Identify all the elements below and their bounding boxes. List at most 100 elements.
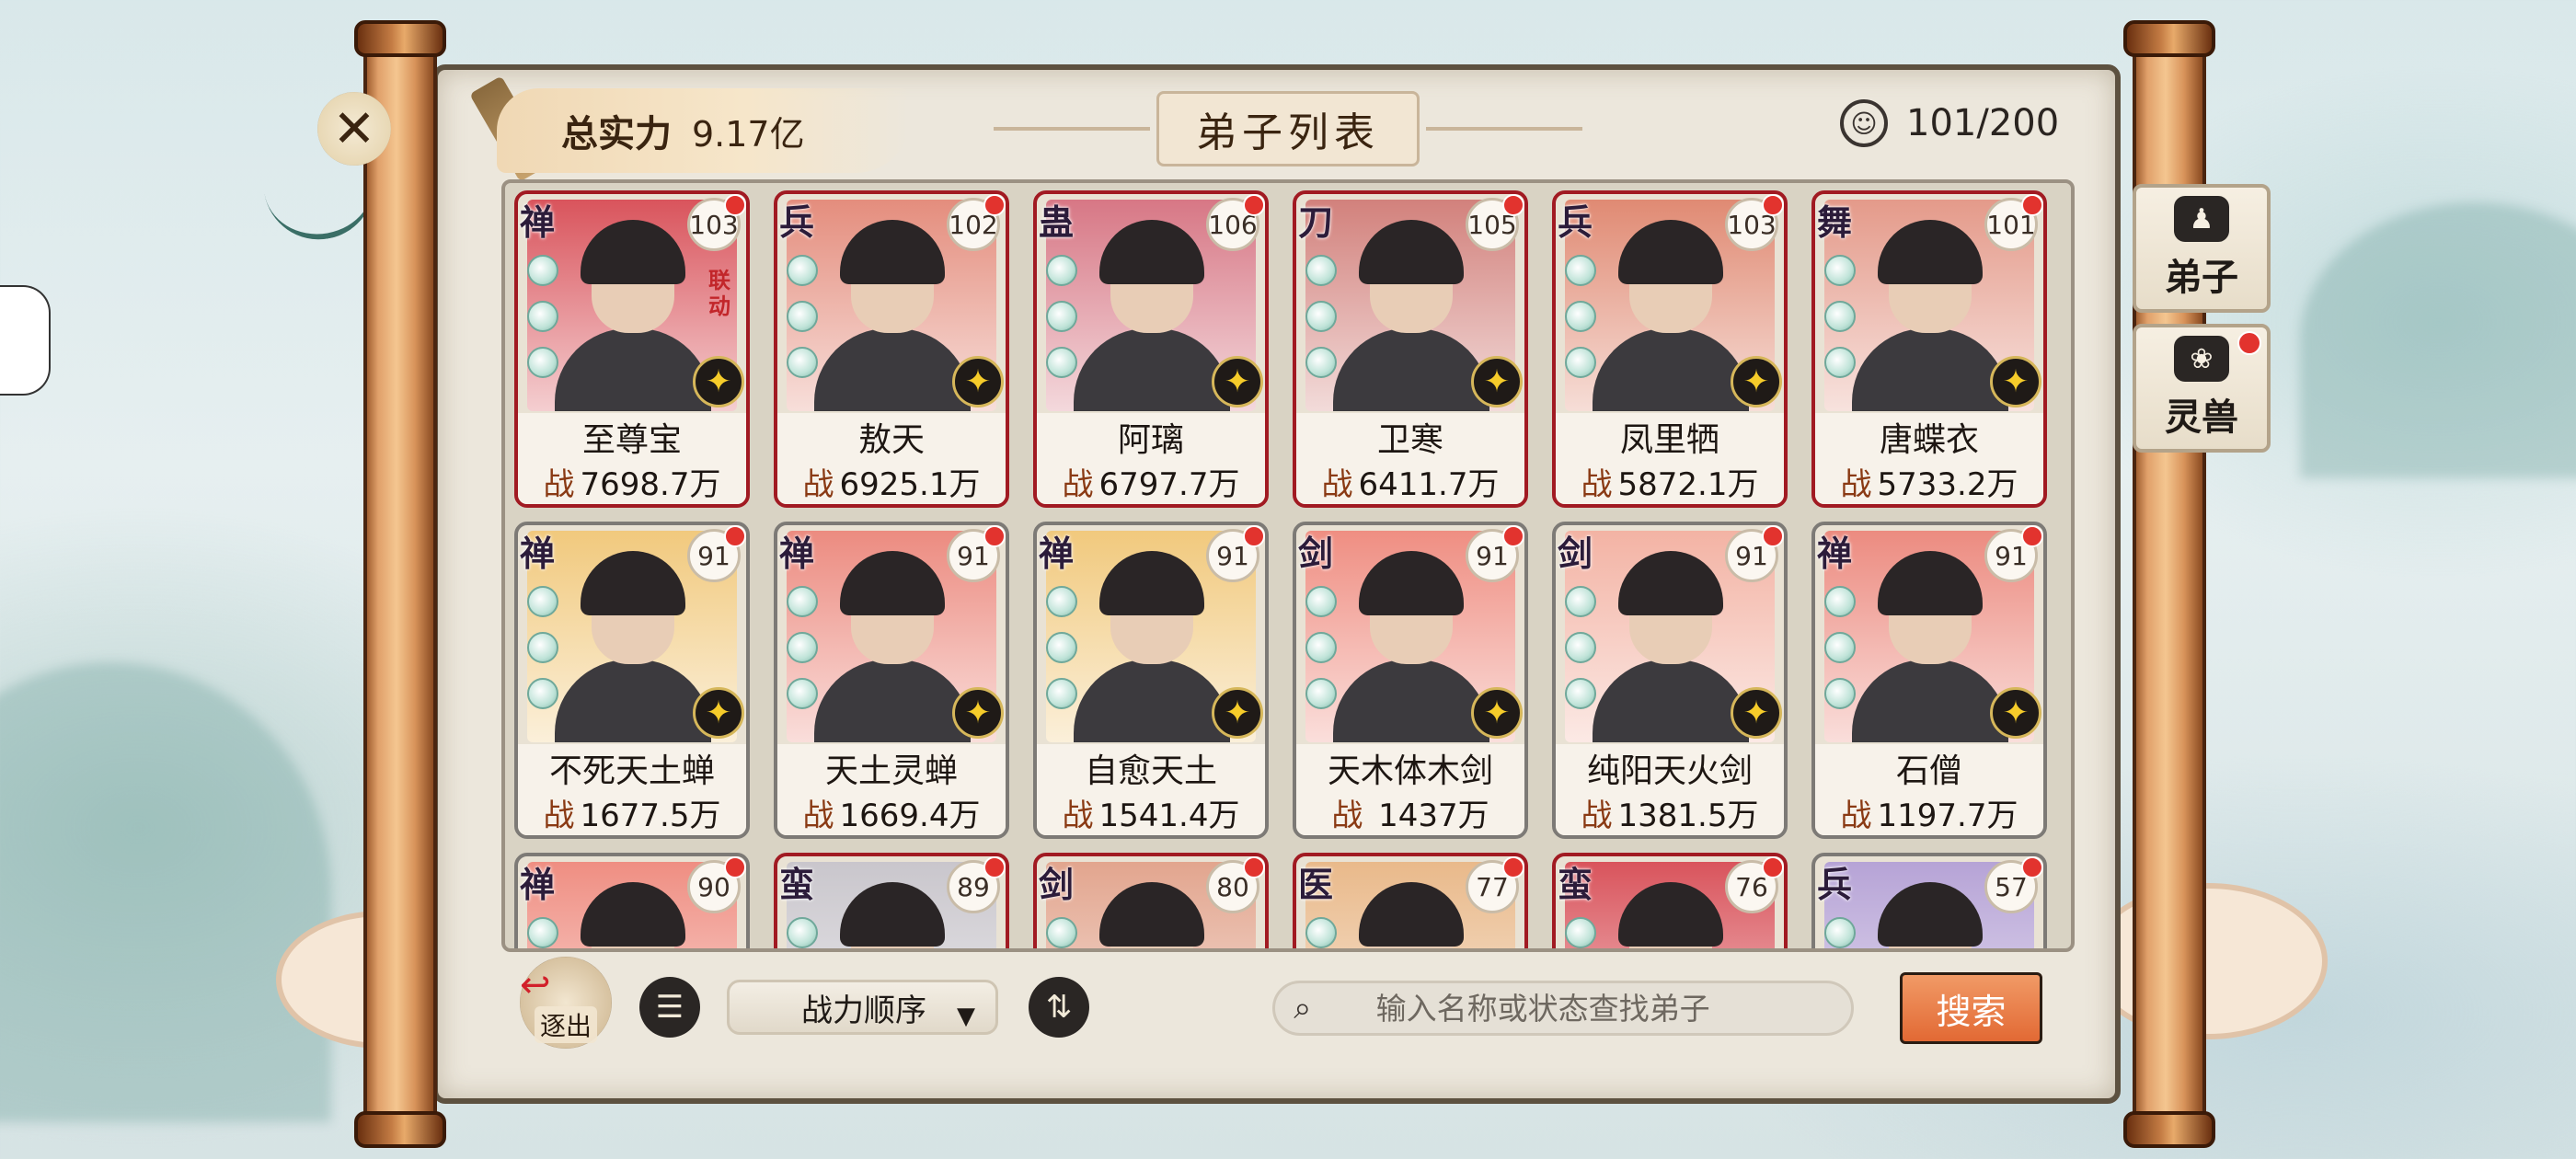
- disciple-card[interactable]: 剑 91 ✦ 天木体木剑战 1437万: [1293, 522, 1528, 839]
- filter-list-button[interactable]: ☰: [639, 977, 700, 1038]
- disciple-card[interactable]: 舞 101 ✦ 唐蝶衣战 5733.2万: [1811, 190, 2047, 508]
- disciple-card[interactable]: 禅 91 ✦ 自愈天土战 1541.4万: [1033, 522, 1269, 839]
- orb-icon: [1824, 632, 1856, 663]
- power-prefix: 战: [1321, 466, 1353, 503]
- close-icon: ✕: [332, 98, 376, 159]
- disciple-power: 战 1197.7万: [1815, 790, 2043, 835]
- skill-orbs: [1824, 917, 1857, 948]
- power-value: 6797.7万: [1098, 466, 1240, 503]
- disciple-card[interactable]: 兵 102 ✦ 敖天战 6925.1万: [774, 190, 1009, 508]
- disciple-card[interactable]: 禅 91 ✦ 石僧战 1197.7万: [1811, 522, 2047, 839]
- star-icon: ✦: [1471, 687, 1523, 739]
- swap-icon: ⇅: [1045, 989, 1073, 1026]
- power-value: 1541.4万: [1098, 798, 1240, 834]
- disciple-card[interactable]: 禅 91 ✦ 天土灵蝉战 1669.4万: [774, 522, 1009, 839]
- search-field[interactable]: ⌕: [1272, 981, 1854, 1036]
- skill-orbs: [1046, 586, 1079, 724]
- star-icon: ✦: [1731, 356, 1782, 407]
- disciple-power: 战 1541.4万: [1037, 790, 1265, 835]
- disciple-card[interactable]: 兵57✦: [1811, 853, 2047, 948]
- disciple-name: 纯阳天火剑: [1556, 744, 1784, 790]
- skill-orbs: [527, 917, 560, 948]
- power-prefix: 战: [802, 798, 834, 834]
- orb-icon: [787, 917, 818, 948]
- power-prefix: 战: [1062, 466, 1094, 503]
- search-button[interactable]: 搜索: [1900, 972, 2042, 1044]
- disciple-card[interactable]: 剑 91 ✦ 纯阳天火剑战 1381.5万: [1552, 522, 1788, 839]
- power-value: 1677.5万: [580, 798, 721, 834]
- tab-disciples[interactable]: ♟ 弟子: [2133, 184, 2271, 313]
- total-power-label: 总实力: [561, 112, 672, 155]
- disciple-card[interactable]: 剑80✦: [1033, 853, 1269, 948]
- disciple-count: ☺ 101/200: [1840, 99, 2059, 147]
- notification-dot: [1502, 525, 1524, 547]
- close-button[interactable]: ✕: [317, 92, 391, 166]
- orb-icon: [1046, 632, 1077, 663]
- skill-orbs: [1305, 586, 1339, 724]
- disciple-card[interactable]: 禅 103 ✦ 联动 至尊宝战 7698.7万: [514, 190, 750, 508]
- sort-order-toggle[interactable]: ⇅: [1029, 977, 1089, 1038]
- orb-icon: [787, 586, 818, 617]
- power-prefix: 战: [1840, 466, 1872, 503]
- notification-dot: [724, 856, 746, 878]
- title-ornament-left: [994, 127, 1150, 131]
- page-title-banner: 弟子列表: [994, 91, 1582, 166]
- orb-icon: [1305, 678, 1337, 709]
- tab-label: 弟子: [2165, 256, 2238, 299]
- notification-dot: [1762, 856, 1784, 878]
- disciple-card[interactable]: 蛮76✦: [1552, 853, 1788, 948]
- star-icon: ✦: [1990, 687, 2041, 739]
- scroll-rod-left: [354, 20, 446, 1148]
- search-input[interactable]: [1375, 990, 1851, 1027]
- orb-icon: [1824, 255, 1856, 286]
- expel-button[interactable]: ↩ 逐出: [520, 957, 612, 1049]
- skill-orbs: [787, 255, 820, 393]
- disciple-name: 唐蝶衣: [1815, 413, 2043, 459]
- disciple-power: 战 6797.7万: [1037, 459, 1265, 504]
- power-value: 5872.1万: [1617, 466, 1759, 503]
- orb-icon: [1824, 917, 1856, 948]
- orb-icon: [1565, 347, 1596, 378]
- orb-icon: [1824, 347, 1856, 378]
- disciple-grid[interactable]: 禅 103 ✦ 联动 至尊宝战 7698.7万兵 102 ✦ 敖天战 6925.1万蛊 106 ✦ 阿璃…: [501, 179, 2075, 952]
- orb-icon: [1305, 347, 1337, 378]
- notification-dot: [1502, 856, 1524, 878]
- back-arrow-icon: ↩: [520, 964, 551, 1006]
- faction-glyph: 蛮: [1558, 864, 1593, 905]
- orb-icon: [527, 678, 558, 709]
- notification-dot: [724, 194, 746, 216]
- notification-dot: [2237, 331, 2261, 355]
- tab-spirit-beasts[interactable]: ❀ 灵兽: [2133, 324, 2271, 453]
- skill-orbs: [1305, 255, 1339, 393]
- orb-icon: [1305, 255, 1337, 286]
- star-icon: ✦: [1990, 356, 2041, 407]
- star-icon: ✦: [1212, 356, 1263, 407]
- disciple-name: 敖天: [777, 413, 1006, 459]
- disciple-card[interactable]: 禅90✦: [514, 853, 750, 948]
- disciple-card[interactable]: 禅 91 ✦ 不死天土蝉战 1677.5万: [514, 522, 750, 839]
- expel-label: 逐出: [534, 1006, 597, 1043]
- faction-glyph: 刀: [1298, 201, 1334, 243]
- notification-dot: [2021, 194, 2043, 216]
- disciple-power: 战 1437万: [1296, 790, 1524, 835]
- disciple-card[interactable]: 医77✦: [1293, 853, 1528, 948]
- disciple-name: 天木体木剑: [1296, 744, 1524, 790]
- cat-mascot[interactable]: [0, 285, 51, 396]
- orb-icon: [1046, 586, 1077, 617]
- orb-icon: [1824, 301, 1856, 332]
- disciple-card[interactable]: 蛊 106 ✦ 阿璃战 6797.7万: [1033, 190, 1269, 508]
- orb-icon: [1565, 586, 1596, 617]
- disciple-card[interactable]: 刀 105 ✦ 卫寒战 6411.7万: [1293, 190, 1528, 508]
- power-value: 5733.2万: [1877, 466, 2018, 503]
- orb-icon: [787, 678, 818, 709]
- notification-dot: [2021, 525, 2043, 547]
- disciple-name: 自愈天土: [1037, 744, 1265, 790]
- sort-select[interactable]: 战力顺序 ▼: [727, 980, 998, 1035]
- orb-icon: [527, 347, 558, 378]
- notification-dot: [983, 856, 1006, 878]
- background-mountain: [0, 662, 331, 1122]
- disciple-card[interactable]: 蛮89✦: [774, 853, 1009, 948]
- disciple-power: 战 1669.4万: [777, 790, 1006, 835]
- disciple-card[interactable]: 兵 103 ✦ 凤里牺战 5872.1万: [1552, 190, 1788, 508]
- orb-icon: [527, 301, 558, 332]
